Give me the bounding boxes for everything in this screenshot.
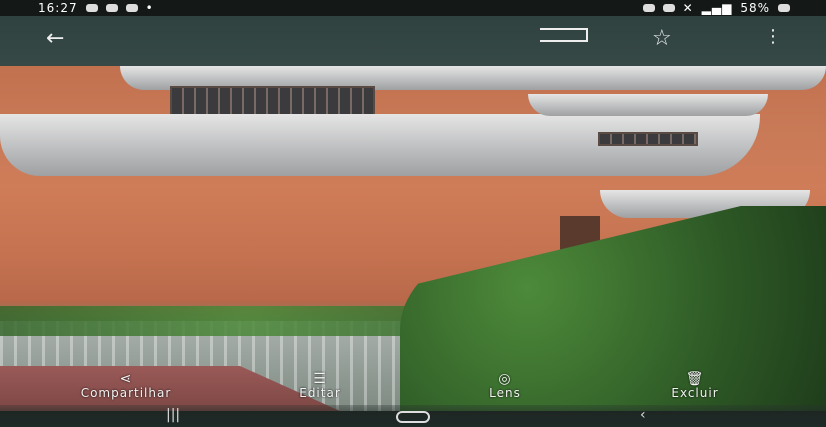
- alarm-icon: [662, 4, 675, 12]
- trash-icon: 🗑︎: [685, 371, 705, 387]
- window: [598, 132, 698, 146]
- home-button[interactable]: [396, 411, 430, 423]
- dot-icon: •: [145, 1, 154, 15]
- navigation-bar: ||| ‹: [0, 405, 826, 427]
- battery-icon: [778, 4, 790, 12]
- lens-button[interactable]: ◎ Lens: [460, 372, 550, 400]
- action-bar: ⋖ Compartilhar ☰ Editar ◎ Lens 🗑︎ Excluir: [0, 372, 826, 402]
- star-outline-icon[interactable]: ☆: [652, 26, 672, 51]
- top-bar: ← ☆ ⋮: [0, 16, 826, 66]
- awning: [528, 94, 768, 116]
- mute-icon: ✕: [682, 1, 694, 15]
- sliders-icon: ☰: [313, 371, 327, 387]
- status-bar: 16:27 • ✕ ▂▄▆ 58%: [0, 0, 826, 16]
- back-arrow-icon[interactable]: ←: [46, 26, 64, 51]
- share-button[interactable]: ⋖ Compartilhar: [40, 372, 212, 400]
- whatsapp-icon: [105, 4, 118, 12]
- camera-icon: [642, 4, 655, 12]
- delete-button[interactable]: 🗑︎ Excluir: [650, 372, 740, 400]
- edit-button[interactable]: ☰ Editar: [270, 372, 370, 400]
- share-icon: ⋖: [119, 371, 133, 387]
- recent-apps-button[interactable]: |||: [166, 407, 180, 423]
- lens-icon: ◎: [498, 371, 512, 387]
- wifi-signal-icon: ▂▄▆: [701, 1, 733, 15]
- notification-icon: [85, 4, 98, 12]
- back-button[interactable]: ‹: [640, 407, 646, 423]
- message-icon: [125, 4, 138, 12]
- photo-view[interactable]: [0, 66, 826, 411]
- more-vert-icon[interactable]: ⋮: [764, 26, 782, 47]
- clock: 16:27: [38, 1, 78, 15]
- cast-icon[interactable]: [540, 28, 588, 42]
- battery-percent: 58%: [740, 1, 770, 15]
